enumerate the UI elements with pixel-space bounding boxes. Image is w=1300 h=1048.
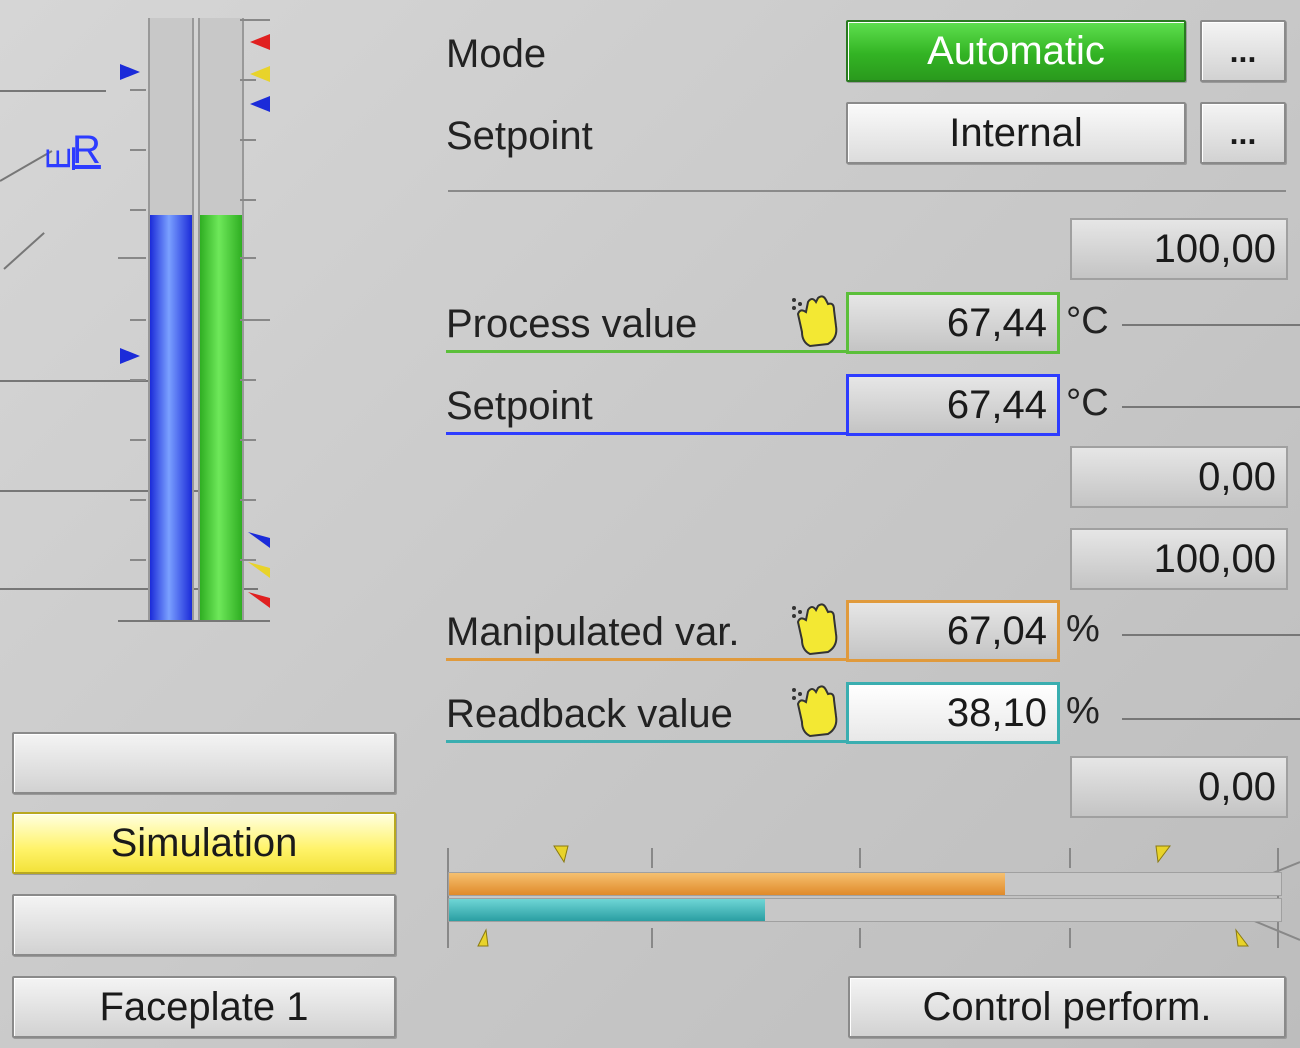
mv-bar-fill <box>449 873 1006 895</box>
bar-scale-ticks <box>118 19 270 608</box>
mv-high-limit-field[interactable]: 100,00 <box>1070 528 1288 590</box>
mv-low-limit-field[interactable]: 0,00 <box>1070 756 1288 818</box>
process-value-field[interactable]: 67,44 <box>846 292 1060 354</box>
manipulated-var-unit: % <box>1066 608 1100 650</box>
readback-bar-fill <box>449 899 766 921</box>
mode-button[interactable]: Automatic <box>846 20 1186 82</box>
empty-button-2[interactable] <box>12 894 396 956</box>
limit-marker-icon <box>250 34 270 50</box>
process-value-underline <box>446 350 846 353</box>
manipulated-var-underline <box>446 658 846 661</box>
limit-marker-icon <box>248 592 270 608</box>
mode-more-button[interactable]: ... <box>1200 20 1286 82</box>
setpoint-field[interactable]: 67,44 <box>846 374 1060 436</box>
manual-hand-icon[interactable] <box>788 600 842 658</box>
connector-line <box>1122 406 1300 408</box>
mode-label: Mode <box>446 32 547 76</box>
connector-line <box>3 232 45 270</box>
limit-marker-icon <box>248 562 270 578</box>
connector-line <box>1122 718 1300 720</box>
limit-marker-icon <box>120 348 140 364</box>
readback-value-field[interactable]: 38,10 <box>846 682 1060 744</box>
limit-marker-icon <box>250 96 270 112</box>
external-letter[interactable]: E <box>40 147 79 170</box>
connector-line <box>1122 634 1300 636</box>
connector-line <box>0 90 106 92</box>
limit-marker-icon <box>248 532 270 548</box>
readback-value-label: Readback value <box>446 692 733 736</box>
setpoint-source-label: Setpoint <box>446 114 593 158</box>
manual-hand-icon[interactable] <box>788 292 842 350</box>
limit-marker-icon <box>477 928 489 947</box>
faceplate-button[interactable]: Faceplate 1 <box>12 976 396 1038</box>
mv-bar-track <box>448 872 1282 896</box>
pv-high-limit-field[interactable]: 100,00 <box>1070 218 1288 280</box>
limit-marker-icon <box>553 845 569 864</box>
limit-marker-icon <box>120 64 140 80</box>
limit-marker-icon <box>1155 845 1171 864</box>
manipulated-var-label: Manipulated var. <box>446 610 740 654</box>
setpoint-underline <box>446 432 846 435</box>
manual-hand-icon[interactable] <box>788 682 842 740</box>
process-value-unit: °C <box>1066 300 1109 342</box>
pv-low-limit-field[interactable]: 0,00 <box>1070 446 1288 508</box>
limit-marker-icon <box>1235 928 1249 947</box>
empty-button-1[interactable] <box>12 732 396 794</box>
setpoint-source-button[interactable]: Internal <box>846 102 1186 164</box>
readback-value-unit: % <box>1066 690 1100 732</box>
readback-value-underline <box>446 740 846 743</box>
connector-line <box>1122 324 1300 326</box>
readback-bar-track <box>448 898 1282 922</box>
section-divider <box>448 190 1286 192</box>
setpoint-source-more-button[interactable]: ... <box>1200 102 1286 164</box>
manipulated-var-field[interactable]: 67,04 <box>846 600 1060 662</box>
control-perform-button[interactable]: Control perform. <box>848 976 1286 1038</box>
mv-bar-scale <box>447 845 1300 948</box>
simulation-button[interactable]: Simulation <box>12 812 396 874</box>
setpoint-unit: °C <box>1066 382 1109 424</box>
process-value-label: Process value <box>446 302 698 346</box>
setpoint-label: Setpoint <box>446 384 593 428</box>
